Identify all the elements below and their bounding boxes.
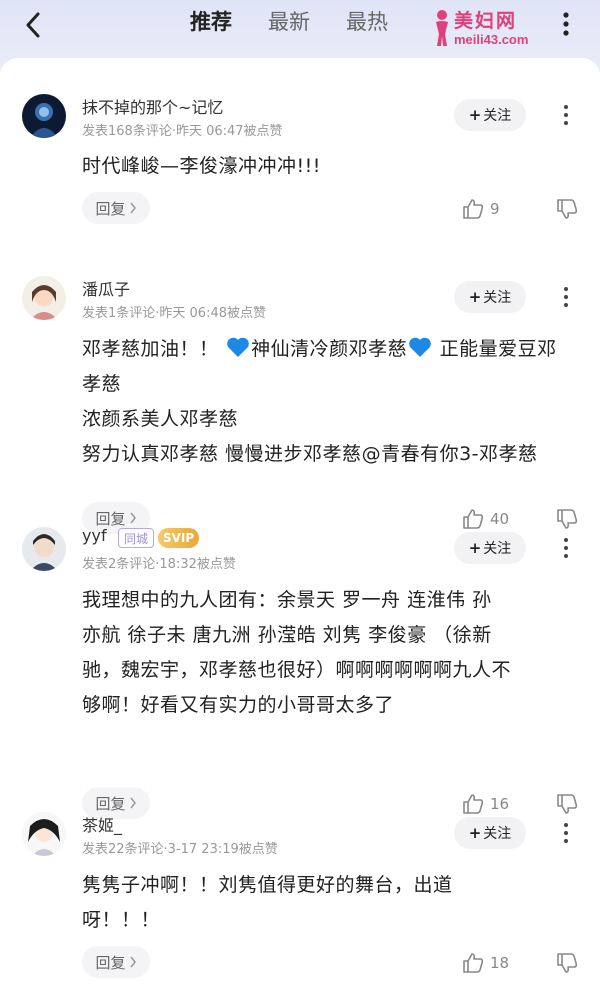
reply-label: 回复 [95,199,126,218]
follow-button[interactable]: + 关注 [454,817,526,849]
dislike-button[interactable] [556,789,580,819]
badge-svip: SVIP [158,528,200,548]
comment-text-line: 隽隽子冲啊！！刘隽值得更好的舞台，出道 [82,874,453,896]
avatar[interactable] [22,276,66,320]
plus-icon: + [468,288,482,306]
chevron-right-icon [129,512,136,524]
comment-segment: 邓孝慈加油！！ [82,338,219,360]
comment-meta: 发表22条评论·3-17 23:19被点赞 [82,842,278,857]
badge-same-city: 同城 [118,528,155,548]
blue-heart-icon [227,337,249,357]
follow-label: 关注 [483,541,512,557]
dislike-button[interactable] [556,504,580,534]
header-more-button[interactable] [556,8,576,40]
comment-text-line: 亦航 徐子未 唐九洲 孙滢皓 刘隽 李俊豪 （徐新 [82,624,492,646]
back-button[interactable] [18,10,48,40]
more-vertical-icon [564,538,568,558]
comment-segment: 努力认真邓孝慈 [82,443,219,465]
follow-button[interactable]: + 关注 [454,99,526,131]
comment-text-line: 驰，魏宏宇，邓孝慈也很好）啊啊啊啊啊啊九人不 [82,659,512,681]
like-button[interactable]: 40 [462,504,509,534]
comments-panel: 抹不掉的那个~记忆 发表168条评论·昨天 06:47被点赞 + 关注 时代峰峻—… [0,58,600,984]
thumb-up-icon [463,794,484,814]
tab-latest[interactable]: 最新 [268,6,310,38]
username[interactable]: yyf [82,526,107,545]
blue-heart-icon [409,337,431,357]
thumb-down-icon [557,199,578,219]
comment-segment: 浓颜系美人邓孝慈 [82,408,239,430]
avatar[interactable] [22,527,66,571]
avatar[interactable] [22,94,66,138]
reply-label: 回复 [95,953,126,972]
follow-label: 关注 [483,826,512,842]
comment-text-line: 时代峰峻—李俊濠冲冲冲!!! [82,155,321,177]
comment-segment: 慢慢进步邓孝慈 [218,443,362,465]
thumb-down-icon [557,953,578,973]
comment-segment: 神仙清冷颜邓孝慈 [251,338,408,360]
comment-meta: 发表168条评论·昨天 06:47被点赞 [82,124,283,139]
top-bar: 推荐 最新 最热 美妇网 meili43.com [0,0,600,60]
follow-label: 关注 [483,290,512,306]
more-vertical-icon [564,823,568,843]
thumb-up-icon [463,509,484,529]
comment-text: 隽隽子冲啊！！刘隽值得更好的舞台，出道 呀！！！ [82,868,572,938]
comment-text-line: 呀！！！ [82,909,161,931]
chevron-right-icon [129,202,136,214]
comment-text-line: 浓颜系美人邓孝慈 [82,402,572,437]
plus-icon: + [468,539,482,557]
comment-text: 时代峰峻—李俊濠冲冲冲!!! [82,149,572,184]
plus-icon: + [468,106,482,124]
like-count: 18 [490,954,510,972]
username[interactable]: 茶姬_ [82,812,122,836]
tab-hottest[interactable]: 最热 [346,6,388,38]
reply-button[interactable]: 回复 [82,192,150,224]
username[interactable]: 抹不掉的那个~记忆 [82,94,223,118]
comment-more-button[interactable] [558,282,574,312]
more-vertical-icon [564,287,568,307]
logo-title: 美妇网 [454,10,518,32]
comment-text-line: 努力认真邓孝慈 慢慢进步邓孝慈@青春有你3-邓孝慈 [82,437,572,472]
username[interactable]: 潘瓜子 [82,276,130,300]
comment-text-line: 够啊！好看又有实力的小哥哥太多了 [82,694,395,716]
comment-text: 邓孝慈加油！！ 神仙清冷颜邓孝慈 正能量爱豆邓孝慈 浓颜系美人邓孝慈 努力认真邓… [82,332,572,472]
chevron-right-icon [129,956,136,968]
chevron-right-icon [129,797,136,809]
comment-text-line: 邓孝慈加油！！ 神仙清冷颜邓孝慈 正能量爱豆邓孝慈 [82,332,572,402]
comment-meta: 发表2条评论·18:32被点赞 [82,557,236,572]
back-arrow-icon [26,12,40,38]
thumb-down-icon [557,509,578,529]
feed-tabs: 推荐 最新 最热 [190,6,424,38]
comment-more-button[interactable] [558,100,574,130]
like-button[interactable]: 18 [462,948,509,978]
more-vertical-icon [563,12,569,36]
like-count: 16 [490,795,510,813]
plus-icon: + [468,824,482,842]
reply-label: 回复 [95,794,126,813]
comment-more-button[interactable] [558,533,574,563]
comment-text: 我理想中的九人团有：余景天 罗一舟 连淮伟 孙 亦航 徐子未 唐九洲 孙滢皓 刘… [82,583,572,723]
comment-more-button[interactable] [558,818,574,848]
like-button[interactable]: 9 [462,194,500,224]
comment-text-line: 我理想中的九人团有：余景天 罗一舟 连淮伟 孙 [82,589,492,611]
follow-label: 关注 [483,108,512,124]
more-vertical-icon [564,105,568,125]
follow-button[interactable]: + 关注 [454,281,526,313]
comment-meta: 发表1条评论·昨天 06:48被点赞 [82,306,266,321]
avatar[interactable] [22,812,66,856]
dislike-button[interactable] [556,194,580,224]
follow-button[interactable]: + 关注 [454,532,526,564]
thumb-up-icon [463,953,484,973]
comment-segment: @青春有你3-邓孝慈 [361,443,538,465]
reply-button[interactable]: 回复 [82,946,150,978]
woman-figure-icon [436,10,448,46]
tab-recommended[interactable]: 推荐 [190,6,232,38]
site-watermark-logo: 美妇网 meili43.com [432,6,548,50]
thumb-up-icon [463,199,484,219]
logo-url: meili43.com [454,32,529,47]
dislike-button[interactable] [556,948,580,978]
like-button[interactable]: 16 [462,789,509,819]
like-count: 9 [490,200,500,218]
thumb-down-icon [557,794,578,814]
like-count: 40 [490,510,510,528]
